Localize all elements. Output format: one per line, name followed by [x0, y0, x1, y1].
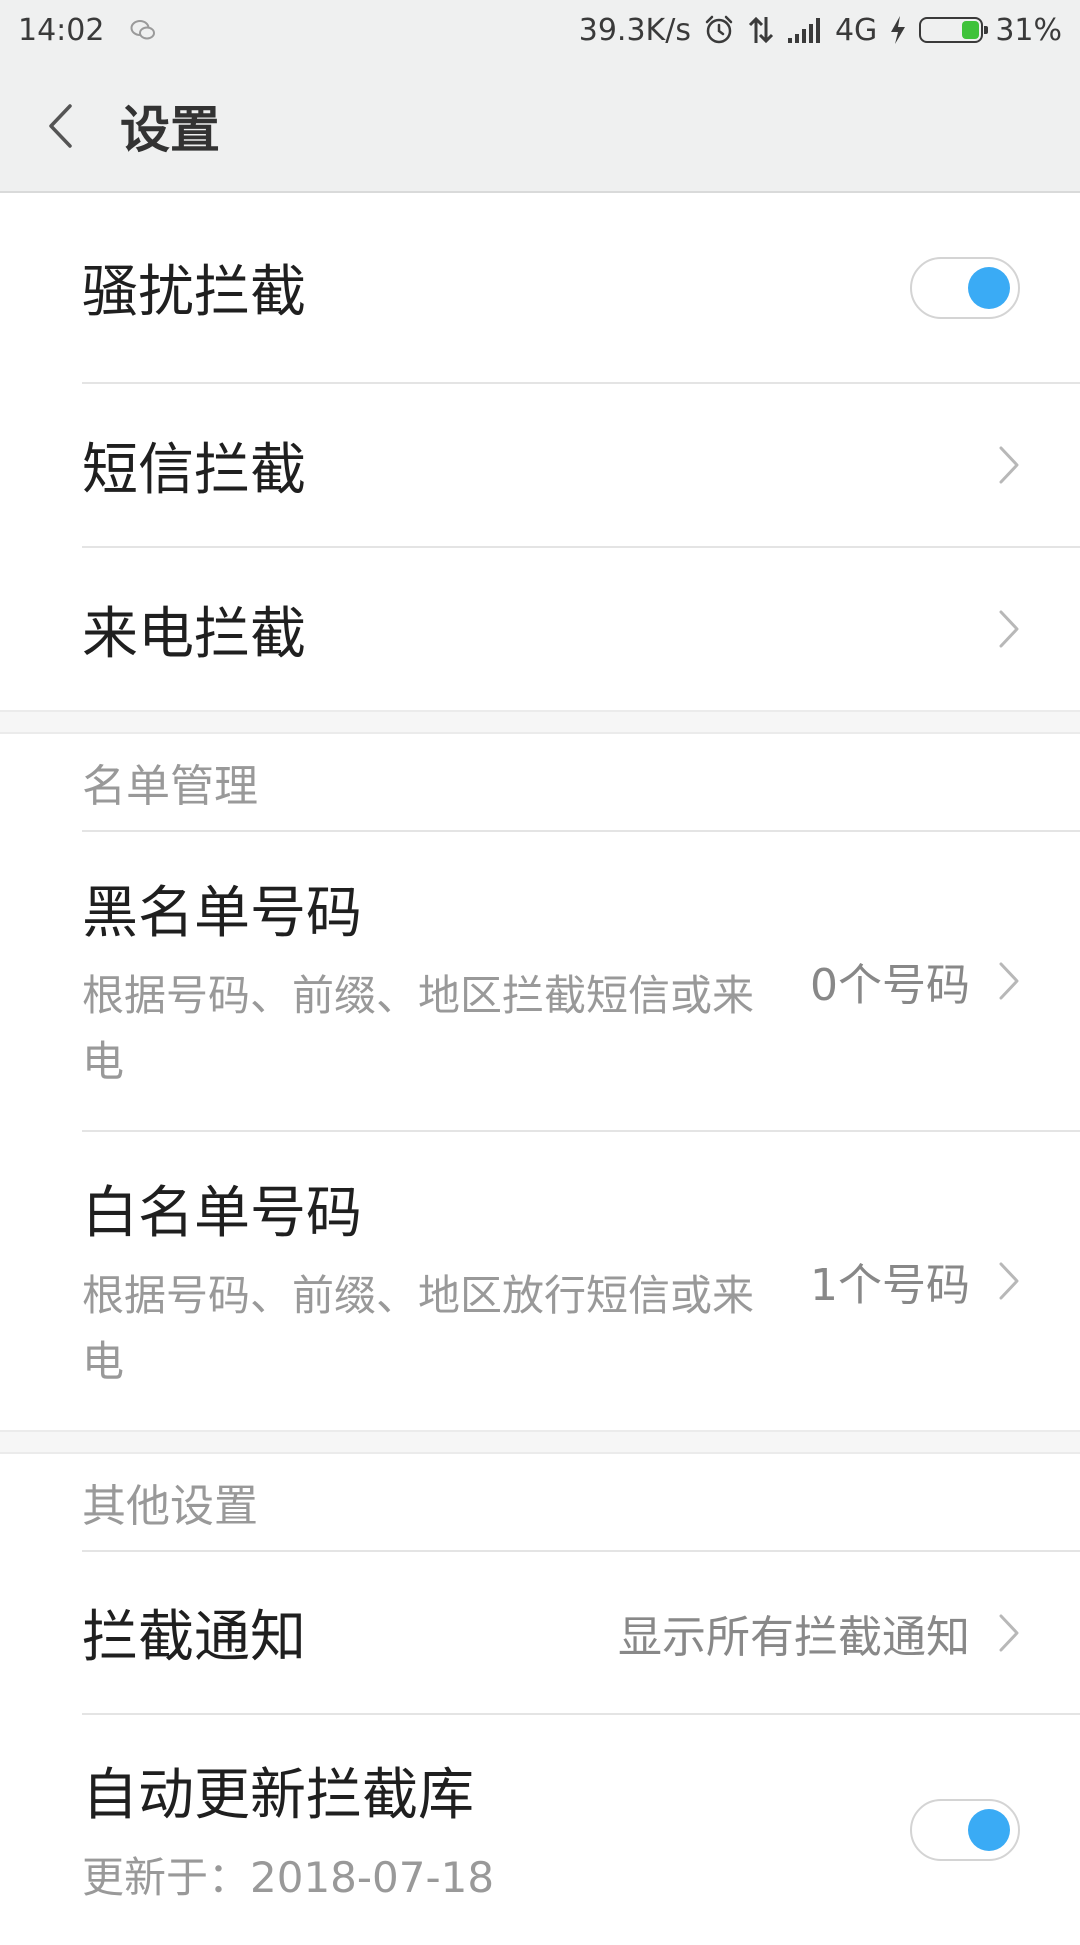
- row-body: 自动更新拦截库 更新于：2018-07-18: [82, 1750, 910, 1911]
- row-harassment-intercept[interactable]: 骚扰拦截: [82, 193, 1080, 384]
- title-bar: 设置: [0, 60, 1080, 193]
- alarm-icon: [703, 14, 735, 46]
- toggle-knob: [968, 266, 1010, 309]
- row-auto-update-library[interactable]: 自动更新拦截库 更新于：2018-07-18: [82, 1715, 1080, 1945]
- section-divider: [0, 1430, 1080, 1454]
- charging-icon: [889, 15, 907, 45]
- harassment-intercept-toggle[interactable]: [910, 256, 1020, 319]
- row-sms-intercept[interactable]: 短信拦截: [82, 384, 1080, 548]
- settings-list: 骚扰拦截 短信拦截 来电拦截 名单管理 黑名单号码 根据号码、前缀、地区拦截短信…: [0, 193, 1080, 1945]
- network-type: 4G: [834, 12, 878, 48]
- chevron-right-icon: [998, 609, 1020, 649]
- chevron-right-icon: [998, 1261, 1020, 1301]
- row-blacklist[interactable]: 黑名单号码 根据号码、前缀、地区拦截短信或来电 0个号码: [82, 832, 1080, 1132]
- chevron-right-icon: [998, 1613, 1020, 1653]
- row-subtitle: 根据号码、前缀、地区拦截短信或来电: [82, 970, 755, 1086]
- back-button[interactable]: [0, 60, 122, 191]
- row-label: 拦截通知: [82, 1605, 306, 1670]
- battery-icon: [919, 17, 989, 43]
- blacklist-count: 0个号码: [810, 960, 970, 1011]
- chevron-right-icon: [998, 445, 1020, 485]
- row-label: 白名单号码: [82, 1180, 362, 1246]
- battery-percent: 31%: [995, 12, 1062, 48]
- network-speed: 39.3K/s: [578, 12, 691, 48]
- row-call-intercept[interactable]: 来电拦截: [82, 548, 1080, 710]
- row-body: 黑名单号码 根据号码、前缀、地区拦截短信或来电: [82, 868, 810, 1095]
- whitelist-count: 1个号码: [810, 1260, 970, 1311]
- auto-update-toggle[interactable]: [910, 1799, 1020, 1861]
- battery-level: [961, 21, 980, 39]
- wechat-icon: [130, 19, 156, 41]
- signal-icon: [787, 16, 823, 44]
- data-transfer-icon: [747, 15, 775, 45]
- status-bar: 14:02 39.3K/s 4G 31%: [0, 0, 1080, 60]
- row-label: 来电拦截: [82, 601, 306, 667]
- row-label: 短信拦截: [82, 437, 306, 503]
- row-intercept-notification[interactable]: 拦截通知 显示所有拦截通知: [82, 1552, 1080, 1715]
- notification-mode-value: 显示所有拦截通知: [618, 1611, 970, 1663]
- row-body: 白名单号码 根据号码、前缀、地区放行短信或来电: [82, 1168, 810, 1395]
- row-label: 黑名单号码: [82, 880, 362, 946]
- page-title: 设置: [120, 100, 220, 159]
- row-subtitle: 根据号码、前缀、地区放行短信或来电: [82, 1270, 755, 1386]
- row-label: 自动更新拦截库: [82, 1762, 474, 1828]
- section-header-list-management: 名单管理: [82, 734, 1080, 832]
- chevron-left-icon: [49, 103, 72, 148]
- status-time: 14:02: [18, 12, 105, 48]
- chevron-right-icon: [998, 961, 1020, 1001]
- row-label: 骚扰拦截: [82, 260, 306, 325]
- section-header-other-settings: 其他设置: [82, 1454, 1080, 1552]
- row-subtitle: 更新于：2018-07-18: [82, 1852, 495, 1902]
- row-whitelist[interactable]: 白名单号码 根据号码、前缀、地区放行短信或来电 1个号码: [82, 1132, 1080, 1430]
- toggle-knob: [968, 1809, 1010, 1851]
- section-divider: [0, 710, 1080, 734]
